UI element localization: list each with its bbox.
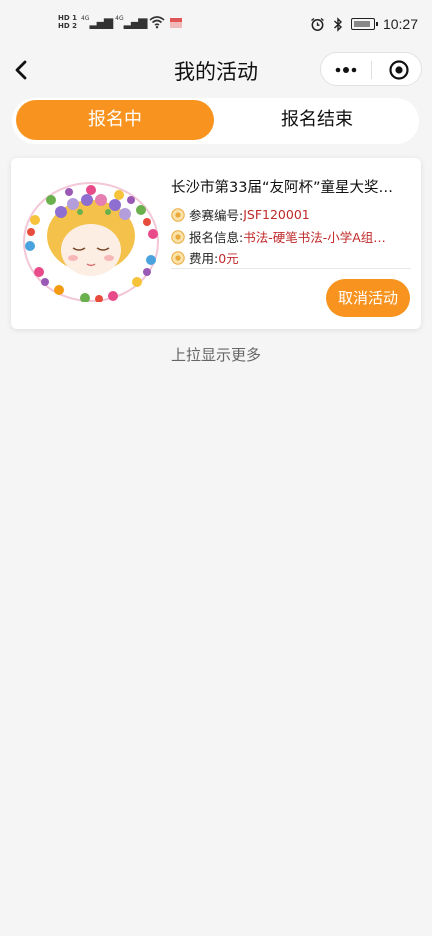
clock-time: 10:27 bbox=[382, 16, 418, 32]
activity-title: 长沙市第33届“友阿杯”童星大奖… bbox=[171, 180, 393, 196]
bluetooth-icon bbox=[333, 16, 342, 32]
field-label: 费用: bbox=[189, 251, 219, 266]
registration-info-value: 书法-硬笔书法-小学A组… bbox=[243, 230, 386, 245]
field-row-registration-info: 报名信息: 书法-硬笔书法-小学A组… bbox=[171, 227, 411, 246]
hd-indicator: HD 1 HD 2 bbox=[58, 14, 77, 30]
status-left: HD 1 HD 2 4G▂▄▆ 4G▂▄▆ bbox=[58, 14, 183, 30]
activity-thumbnail bbox=[23, 182, 159, 302]
field-row-entry-number: 参赛编号: JSF120001 bbox=[171, 205, 411, 224]
hd1-label: HD 1 bbox=[58, 14, 77, 22]
network2-label: 4G bbox=[115, 15, 124, 22]
capsule-divider bbox=[371, 61, 372, 79]
tab-registering[interactable]: 报名中 bbox=[16, 100, 214, 140]
pull-up-load-more: 上拉显示更多 bbox=[170, 346, 261, 364]
status-right: 10:27 bbox=[310, 16, 418, 32]
entry-number-value: JSF120001 bbox=[243, 207, 310, 222]
field-row-fee: 费用: 0元 bbox=[171, 248, 411, 267]
medal-icon bbox=[171, 229, 185, 244]
medal-icon bbox=[171, 207, 185, 222]
card-divider bbox=[171, 268, 411, 269]
signal-icon: 4G▂▄▆ bbox=[80, 15, 113, 29]
close-miniprogram-icon[interactable] bbox=[388, 59, 410, 81]
status-bar: HD 1 HD 2 4G▂▄▆ 4G▂▄▆ 10:27 bbox=[0, 0, 432, 48]
battery-icon bbox=[350, 18, 378, 30]
fee-value: 0元 bbox=[218, 251, 239, 266]
more-dots-icon[interactable] bbox=[333, 62, 359, 78]
nav-bar: 我的活动 bbox=[0, 48, 432, 92]
signal-icon-2: 4G▂▄▆ bbox=[115, 15, 147, 29]
tab-registration-ended[interactable]: 报名结束 bbox=[218, 100, 416, 140]
field-label: 报名信息: bbox=[189, 230, 244, 245]
alarm-icon bbox=[311, 17, 324, 31]
hd2-label: HD 2 bbox=[58, 22, 77, 30]
miniprogram-capsule bbox=[320, 52, 422, 86]
field-label: 参赛编号: bbox=[189, 208, 244, 223]
status-tabs: 报名中 报名结束 bbox=[12, 98, 419, 144]
network1-label: 4G bbox=[80, 15, 90, 22]
wifi-icon bbox=[149, 16, 165, 29]
medal-icon bbox=[171, 250, 185, 265]
activity-card[interactable]: 长沙市第33届“友阿杯”童星大奖… 参赛编号: JSF120001 报名信息: … bbox=[11, 158, 421, 329]
cancel-activity-button[interactable]: 取消活动 bbox=[326, 279, 410, 317]
app-notification-icon bbox=[170, 18, 183, 28]
